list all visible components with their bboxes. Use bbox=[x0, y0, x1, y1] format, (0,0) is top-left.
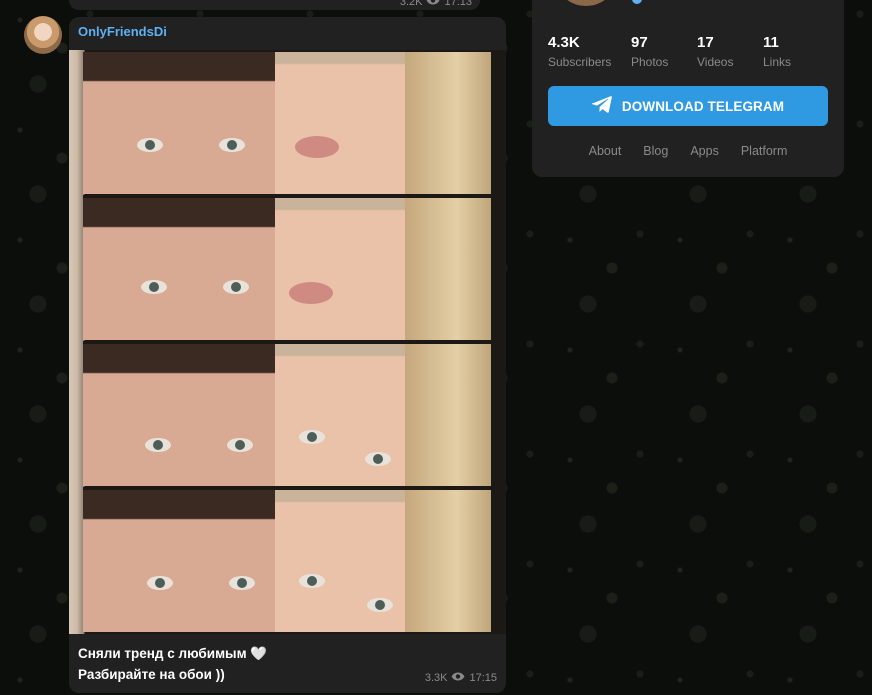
verified-icon bbox=[632, 0, 642, 4]
stat-label: Subscribers bbox=[548, 55, 612, 69]
previous-message-time: 17:13 bbox=[444, 0, 472, 8]
photo-strip-2 bbox=[83, 198, 491, 340]
message-text-line-2: Разбирайте на обои )) bbox=[78, 667, 225, 682]
photo-strip-1 bbox=[83, 52, 491, 194]
message-author[interactable]: OnlyFriendsDi bbox=[78, 24, 167, 39]
eye-icon bbox=[451, 672, 465, 684]
photo-strip-4 bbox=[83, 490, 491, 632]
author-avatar[interactable] bbox=[24, 16, 62, 54]
message-time: 17:15 bbox=[469, 672, 497, 684]
photo-strip-3 bbox=[83, 344, 491, 486]
stat-photos: 97 Photos bbox=[631, 34, 697, 70]
stat-links: 11 Links bbox=[763, 34, 823, 70]
channel-info-card: 4.3K Subscribers 97 Photos 17 Videos 11 … bbox=[532, 0, 844, 177]
stat-value: 97 bbox=[631, 34, 648, 51]
stat-videos: 17 Videos bbox=[697, 34, 763, 70]
message-text: Сняли тренд с любимым 🤍 Разбирайте на об… bbox=[78, 643, 267, 685]
link-about[interactable]: About bbox=[589, 144, 622, 158]
stat-label: Videos bbox=[697, 55, 734, 69]
link-platform[interactable]: Platform bbox=[741, 144, 788, 158]
message-text-line-1: Сняли тренд с любимым 🤍 bbox=[78, 646, 268, 661]
download-button-label: DOWNLOAD TELEGRAM bbox=[621, 98, 785, 114]
previous-message-bubble: 3.2K 17:13 bbox=[69, 0, 480, 10]
eye-icon bbox=[426, 0, 440, 8]
stat-value: 17 bbox=[697, 34, 714, 51]
previous-views-count: 3.2K bbox=[399, 0, 423, 8]
channel-stats: 4.3K Subscribers 97 Photos 17 Videos 11 … bbox=[548, 34, 823, 70]
message-views-count: 3.3K bbox=[424, 672, 448, 684]
stat-value: 4.3K bbox=[548, 34, 580, 51]
stat-label: Links bbox=[763, 55, 792, 69]
link-apps[interactable]: Apps bbox=[690, 144, 719, 158]
channel-avatar bbox=[552, 0, 620, 8]
telegram-plane-icon bbox=[591, 95, 612, 118]
stat-value: 11 bbox=[763, 34, 779, 51]
download-telegram-button[interactable]: DOWNLOAD TELEGRAM bbox=[548, 86, 828, 126]
stat-subscribers: 4.3K Subscribers bbox=[548, 34, 631, 70]
previous-message-meta: 3.2K 17:13 bbox=[400, 0, 472, 8]
message-bubble: OnlyFriendsDi Сняли тренд с любимым 🤍 Ра… bbox=[69, 17, 506, 693]
link-blog[interactable]: Blog bbox=[643, 144, 668, 158]
card-footer-links: About Blog Apps Platform bbox=[532, 144, 844, 158]
stat-label: Photos bbox=[631, 55, 669, 69]
message-photo[interactable] bbox=[69, 50, 506, 634]
message-meta: 3.3K 17:15 bbox=[425, 672, 497, 684]
